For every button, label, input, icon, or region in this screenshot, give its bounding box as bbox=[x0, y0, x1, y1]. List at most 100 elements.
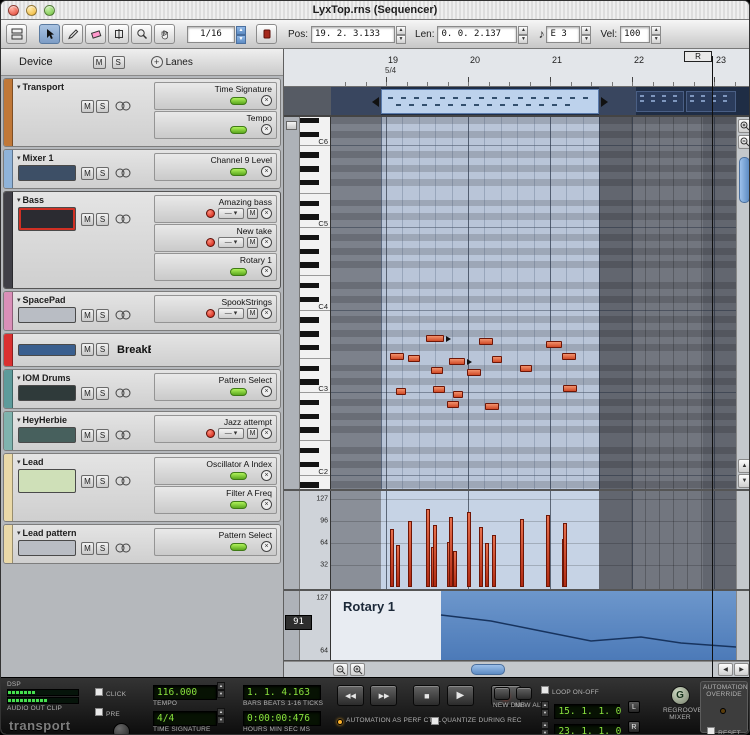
header-mute-button[interactable]: M bbox=[93, 56, 106, 69]
track-name-tab[interactable]: ▾Lead bbox=[15, 455, 151, 468]
record-arm-button[interactable] bbox=[206, 238, 215, 247]
lane-mute-button[interactable]: M bbox=[247, 428, 258, 439]
click-level-knob[interactable] bbox=[113, 723, 130, 735]
right-locator-display[interactable]: 23. 1. 1. 0 bbox=[554, 724, 620, 735]
black-key[interactable] bbox=[300, 427, 319, 432]
black-key[interactable] bbox=[300, 331, 319, 336]
snap-value-field[interactable]: 1/16 bbox=[187, 26, 235, 43]
velocity-area[interactable] bbox=[331, 491, 736, 589]
velocity-field[interactable]: 100 bbox=[620, 26, 650, 43]
lane-mute-button[interactable]: M bbox=[247, 208, 258, 219]
arrangement-overview[interactable] bbox=[284, 87, 750, 117]
clip-start-arrow-icon[interactable] bbox=[372, 97, 379, 107]
track-lead[interactable]: ▾LeadMSOscillator A Index×Filter A Freq× bbox=[3, 453, 281, 522]
title-bar[interactable]: LyxTop.rns (Sequencer) bbox=[1, 1, 749, 20]
black-key[interactable] bbox=[300, 180, 319, 185]
record-arm-button[interactable] bbox=[206, 209, 215, 218]
track-lead-pattern[interactable]: ▾Lead patternMSPattern Select× bbox=[3, 524, 281, 564]
lane-mute-button[interactable]: M bbox=[247, 237, 258, 248]
disclosure-icon[interactable]: ▾ bbox=[17, 458, 21, 466]
black-key[interactable] bbox=[300, 235, 319, 240]
velocity-bar[interactable] bbox=[546, 515, 550, 587]
lane-automation-icon[interactable] bbox=[114, 475, 132, 487]
lane-delete-button[interactable]: × bbox=[261, 266, 272, 277]
piano-keyboard[interactable]: C6C5C4C3C2 bbox=[300, 117, 331, 489]
vertical-scroll-thumb[interactable] bbox=[739, 157, 750, 203]
lane-new-take[interactable]: New take— ▾M× bbox=[154, 224, 277, 252]
record-arm-button[interactable] bbox=[206, 309, 215, 318]
black-key[interactable] bbox=[300, 379, 319, 384]
velocity-bar[interactable] bbox=[520, 519, 524, 587]
midi-note[interactable] bbox=[492, 356, 502, 363]
new-dub-button[interactable] bbox=[494, 687, 510, 700]
lane-delete-button[interactable]: × bbox=[261, 208, 272, 219]
zoom-out-button[interactable] bbox=[738, 135, 750, 149]
lane-delete-button[interactable]: × bbox=[261, 499, 272, 510]
note-stepper[interactable]: ▲▼ bbox=[581, 26, 591, 43]
add-lanes-button[interactable]: Lanes bbox=[166, 57, 193, 68]
track-iom-drums[interactable]: ▾IOM DrumsMSPattern Select× bbox=[3, 369, 281, 409]
track-solo-button[interactable]: S bbox=[96, 387, 109, 400]
track-mute-button[interactable]: M bbox=[81, 167, 94, 180]
selection-tool-button[interactable] bbox=[39, 24, 60, 44]
play-button[interactable]: ▶ bbox=[447, 685, 474, 706]
track-name-tab[interactable]: ▾IOM Drums bbox=[15, 371, 151, 384]
lane-spookstrings[interactable]: SpookStrings— ▾M× bbox=[154, 295, 277, 323]
disclosure-icon[interactable]: ▾ bbox=[17, 529, 21, 537]
lane-pattern-select[interactable]: Pattern Select× bbox=[154, 373, 277, 401]
track-solo-button[interactable]: S bbox=[96, 309, 109, 322]
snap-toggle-button[interactable] bbox=[256, 24, 277, 44]
track-name-tab[interactable]: ▾HeyHerbie bbox=[15, 413, 151, 426]
hzoom-out-button[interactable] bbox=[333, 663, 348, 676]
velocity-scrollbar[interactable] bbox=[736, 491, 750, 589]
loop-checkbox[interactable] bbox=[541, 686, 549, 694]
track-mute-button[interactable]: M bbox=[81, 100, 94, 113]
disclosure-icon[interactable]: ▾ bbox=[17, 296, 21, 304]
right-locator-line[interactable] bbox=[712, 56, 713, 677]
track-heyherbie[interactable]: ▾HeyHerbieMSJazz attempt— ▾M× bbox=[3, 411, 281, 451]
midi-note[interactable] bbox=[390, 353, 404, 360]
lane-automation-icon[interactable] bbox=[114, 542, 132, 554]
black-key[interactable] bbox=[300, 249, 319, 254]
track-solo-button[interactable]: S bbox=[96, 542, 109, 555]
tempo-stepper[interactable]: ▲▼ bbox=[217, 682, 225, 696]
lane-on-badge[interactable] bbox=[230, 97, 247, 105]
clip-end-arrow-icon[interactable] bbox=[601, 97, 608, 107]
new-alt-button[interactable] bbox=[516, 687, 532, 700]
track-breakbeat[interactable]: MSBreakBeat bbox=[3, 333, 281, 367]
disclosure-icon[interactable]: ▾ bbox=[17, 374, 21, 382]
track-name-tab[interactable]: ▾Lead pattern bbox=[15, 526, 151, 539]
track-solo-button[interactable]: S bbox=[96, 100, 109, 113]
midi-note[interactable] bbox=[426, 335, 444, 342]
track-bass[interactable]: ▾BassMSAmazing bass— ▾M×New take— ▾M×Rot… bbox=[3, 191, 281, 289]
take-dropdown[interactable]: — ▾ bbox=[218, 308, 244, 319]
track-solo-button[interactable]: S bbox=[96, 343, 109, 356]
midi-note[interactable] bbox=[396, 388, 406, 395]
lane-on-badge[interactable] bbox=[230, 268, 247, 276]
track-mute-button[interactable]: M bbox=[81, 542, 94, 555]
lane-on-badge[interactable] bbox=[230, 501, 247, 509]
midi-note[interactable] bbox=[563, 385, 577, 392]
midi-note[interactable] bbox=[546, 341, 562, 348]
track-name-tab[interactable]: ▾Transport bbox=[15, 80, 151, 93]
track-mixer-1[interactable]: ▾Mixer 1MSChannel 9 Level× bbox=[3, 149, 281, 189]
midi-note[interactable] bbox=[479, 338, 493, 345]
vertical-scrollbar[interactable]: ▲ ▼ bbox=[736, 117, 750, 489]
lane-delete-button[interactable]: × bbox=[261, 95, 272, 106]
black-key[interactable] bbox=[300, 414, 319, 419]
black-key[interactable] bbox=[300, 317, 319, 322]
lane-on-badge[interactable] bbox=[230, 168, 247, 176]
right-locator-stepper[interactable]: ▲▼ bbox=[541, 721, 549, 735]
lane-on-badge[interactable] bbox=[230, 543, 247, 551]
header-solo-button[interactable]: S bbox=[112, 56, 125, 69]
lane-resize-handle[interactable] bbox=[286, 121, 297, 130]
velocity-bar[interactable] bbox=[563, 523, 567, 587]
lane-automation-icon[interactable] bbox=[114, 100, 132, 112]
time-signature-display[interactable]: 4/4 bbox=[153, 711, 217, 726]
lane-on-badge[interactable] bbox=[230, 126, 247, 134]
horizontal-scrollbar[interactable]: ◀ ▶ bbox=[284, 661, 750, 677]
lane-delete-button[interactable]: × bbox=[261, 166, 272, 177]
eraser-tool-button[interactable] bbox=[85, 24, 106, 44]
velocity-bar[interactable] bbox=[467, 512, 471, 587]
take-dropdown[interactable]: — ▾ bbox=[218, 208, 244, 219]
